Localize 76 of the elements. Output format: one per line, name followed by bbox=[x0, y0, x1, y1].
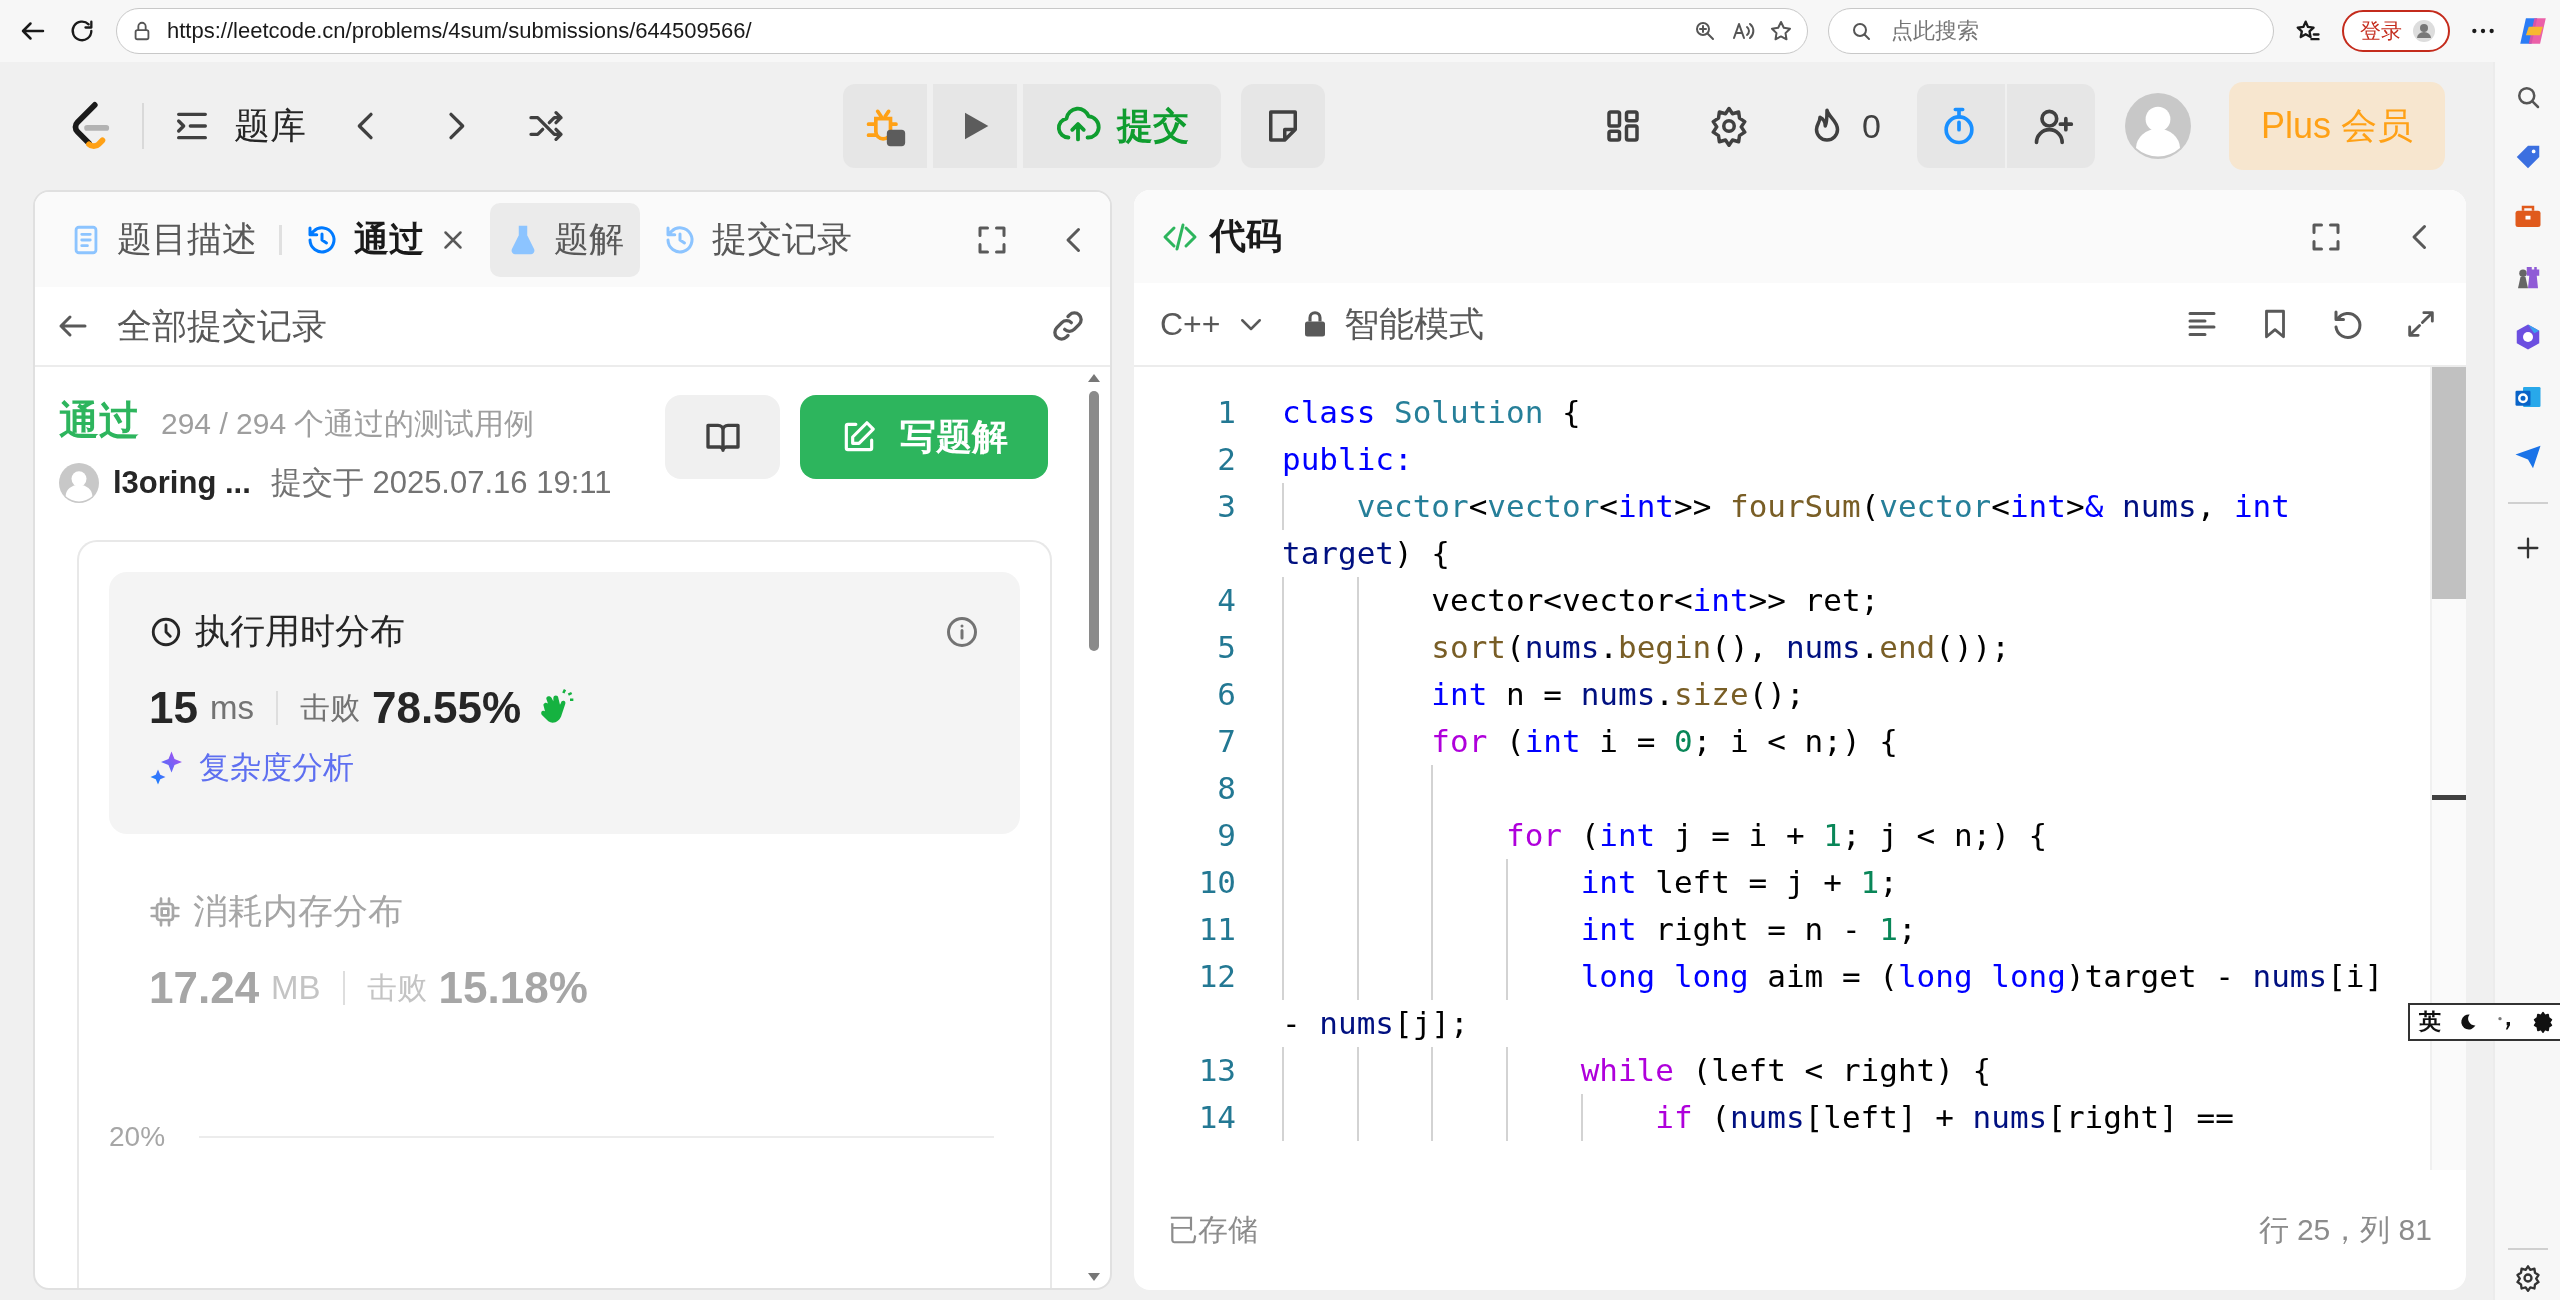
line-number: 13 bbox=[1197, 1051, 1236, 1090]
star-icon[interactable] bbox=[1769, 19, 1793, 43]
line-number: 2 bbox=[1216, 440, 1236, 479]
stat-value: 15 bbox=[149, 683, 198, 733]
beats-percentage: 78.55% bbox=[371, 683, 522, 733]
panel-tab[interactable]: 题解 bbox=[490, 202, 640, 277]
code-line: int right = n - 1; bbox=[1579, 911, 1917, 947]
book-button[interactable] bbox=[665, 395, 780, 479]
code-line: long long aim = (long long)target - nums[i] bbox=[1579, 958, 2384, 994]
code-line: sort(nums.begin(), nums.end()); bbox=[1430, 629, 2010, 665]
scroll-thumb[interactable] bbox=[2432, 367, 2466, 599]
line-number: 9 bbox=[1216, 816, 1236, 855]
line-number: 11 bbox=[1197, 910, 1236, 949]
search-field[interactable]: 点此搜索 bbox=[1828, 8, 2274, 54]
code-line: for (int j = i + 1; j < n;) { bbox=[1504, 817, 2048, 853]
submission-status: 通过 bbox=[59, 397, 139, 444]
address-bar[interactable]: https://leetcode.cn/problems/4sum/submissions/644509566/ bbox=[116, 8, 1808, 54]
scroll-up-arrow-icon[interactable] bbox=[1087, 373, 1101, 383]
line-number: 6 bbox=[1216, 675, 1236, 714]
code-line: if (nums[left] + nums[right] == bbox=[1654, 1099, 2234, 1135]
stat-value: 17.24 bbox=[149, 963, 260, 1013]
login-button[interactable]: 登录 bbox=[2342, 10, 2450, 52]
scroll-down-arrow-icon[interactable] bbox=[1087, 1272, 1101, 1282]
stat-unit: MB bbox=[271, 969, 321, 1007]
language-dropdown[interactable]: C++ bbox=[1160, 305, 1267, 343]
code-line: vector<vector<int>> ret; bbox=[1430, 582, 1880, 618]
line-number: 5 bbox=[1216, 628, 1236, 667]
submission-time: 提交于 2025.07.16 19:11 bbox=[270, 464, 612, 502]
line-number: 1 bbox=[1216, 393, 1236, 432]
panel-tab[interactable]: 提交记录 bbox=[646, 202, 868, 277]
mode-label[interactable]: 智能模式 bbox=[1344, 300, 1485, 348]
code-line: int n = nums.size(); bbox=[1430, 676, 1805, 712]
profile-icon bbox=[2412, 19, 2436, 43]
panel-title: 代码 bbox=[1210, 214, 1282, 258]
line-number: 7 bbox=[1216, 722, 1236, 761]
run-button[interactable] bbox=[933, 84, 1017, 168]
stat-title: 消耗内存分布 bbox=[193, 890, 403, 932]
stat-title: 执行用时分布 bbox=[195, 610, 405, 652]
note-button[interactable] bbox=[1241, 84, 1325, 168]
scroll-thumb[interactable] bbox=[1089, 391, 1099, 651]
complexity-analysis-link[interactable]: 复杂度分析 bbox=[199, 747, 354, 789]
line-number: 10 bbox=[1197, 863, 1236, 902]
code-line: for (int i = 0; i < n;) { bbox=[1430, 723, 1898, 759]
line-number: 12 bbox=[1197, 957, 1236, 996]
line-number: 4 bbox=[1216, 581, 1236, 620]
code-line: public: bbox=[1282, 441, 1413, 477]
code-line: target) { bbox=[1282, 535, 1450, 571]
selected-stat-card[interactable]: 执行用时分布 15 ms 击败 78.55% 复杂度分析 bbox=[109, 572, 1020, 834]
panel-tab[interactable]: 题目描述 bbox=[53, 202, 273, 277]
save-status: 已存储 bbox=[1168, 1211, 1258, 1248]
zoom-in-icon[interactable] bbox=[1693, 19, 1717, 43]
testcases-passed: 294 / 294 个通过的测试用例 bbox=[161, 406, 535, 442]
code-line: class Solution { bbox=[1282, 394, 1581, 430]
line-number: 3 bbox=[1216, 487, 1236, 526]
cursor-position: 行 25，列 81 bbox=[2258, 1211, 2432, 1248]
debug-button[interactable] bbox=[843, 84, 927, 168]
beats-percentage: 15.18% bbox=[438, 963, 588, 1013]
code-line: - nums[j]; bbox=[1282, 1005, 1469, 1041]
chip-icon bbox=[149, 895, 181, 928]
input-language[interactable]: 英 bbox=[2418, 1007, 2441, 1037]
beats-label: 击败 bbox=[299, 689, 360, 726]
streak-count: 0 bbox=[1862, 106, 1881, 146]
code-line: while (left < right) { bbox=[1579, 1052, 1992, 1088]
username[interactable]: l3oring ... bbox=[113, 465, 251, 501]
stat-unit: ms bbox=[209, 689, 254, 727]
line-number: 8 bbox=[1216, 769, 1236, 808]
panel-tab[interactable]: 通过 bbox=[288, 202, 484, 277]
avatar-icon bbox=[59, 463, 99, 503]
back-to-submissions-link[interactable]: 全部提交记录 bbox=[117, 302, 327, 350]
problem-bank-button[interactable]: 题库 bbox=[172, 101, 306, 151]
cursor-marker bbox=[2432, 795, 2466, 800]
line-number: 14 bbox=[1197, 1098, 1236, 1137]
axis-tick-label: 20% bbox=[109, 1121, 166, 1153]
code-line: int left = j + 1; bbox=[1579, 864, 1898, 900]
code-line: vector<vector<int>> fourSum(vector<int>& nums, int bbox=[1355, 488, 2290, 524]
beats-label: 击败 bbox=[366, 969, 427, 1006]
